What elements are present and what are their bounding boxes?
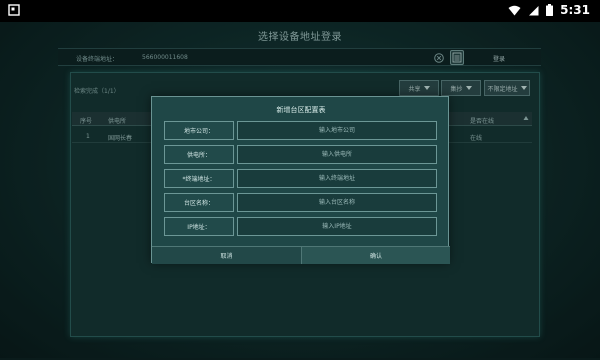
battery-icon xyxy=(546,4,554,16)
status-bar: 5:31 xyxy=(0,0,600,22)
terminal-address-input[interactable] xyxy=(237,169,437,188)
city-company-label: 地市公司： xyxy=(164,121,234,140)
clock: 5:31 xyxy=(560,3,590,17)
ip-address-label: IP地址： xyxy=(164,217,234,236)
terminal-address-label: *终端地址： xyxy=(164,169,234,188)
signal-icon xyxy=(529,5,539,15)
cancel-button[interactable]: 取消 xyxy=(152,247,301,264)
dialog-title: 新增台区配置表 xyxy=(276,106,326,114)
wifi-icon xyxy=(508,5,521,15)
power-station-input[interactable] xyxy=(237,145,437,164)
city-company-input[interactable] xyxy=(237,121,437,140)
screenshot-icon xyxy=(8,4,20,16)
dialog-footer: 取消 确认 xyxy=(152,246,450,264)
area-name-input[interactable] xyxy=(237,193,437,212)
add-config-dialog: 新增台区配置表 地市公司： 供电所： *终端地址： 台区名称： IP地址： 取消… xyxy=(151,96,450,264)
confirm-button[interactable]: 确认 xyxy=(301,247,450,264)
ip-address-input[interactable] xyxy=(237,217,437,236)
power-station-label: 供电所： xyxy=(164,145,234,164)
area-name-label: 台区名称： xyxy=(164,193,234,212)
